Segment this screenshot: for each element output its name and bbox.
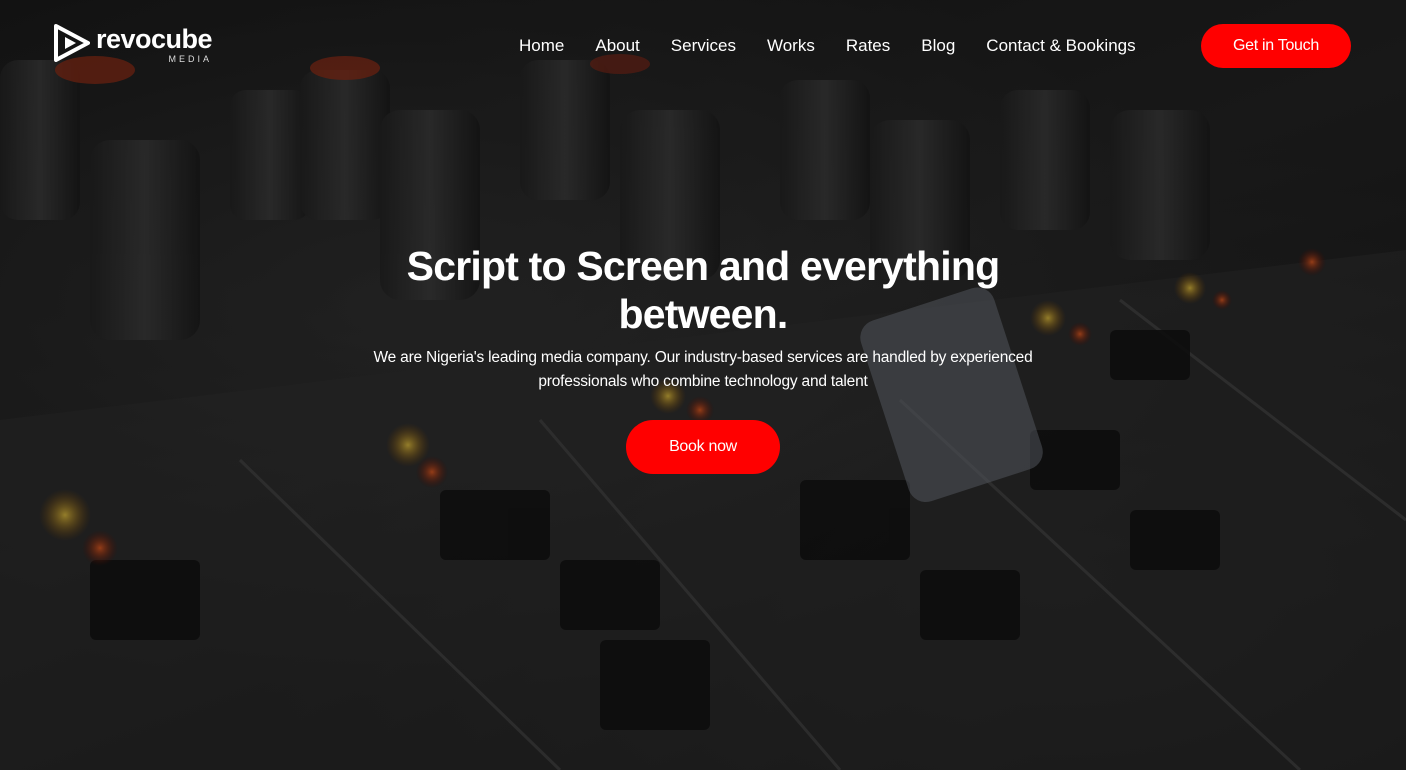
site-header: revocube MEDIA Home About Services Works… — [0, 0, 1406, 92]
book-now-button[interactable]: Book now — [626, 420, 780, 474]
hero-section: revocube MEDIA Home About Services Works… — [0, 0, 1406, 770]
get-in-touch-button[interactable]: Get in Touch — [1201, 24, 1351, 68]
brand-wordmark: revocube MEDIA — [96, 24, 213, 64]
nav-item-blog[interactable]: Blog — [921, 36, 955, 56]
revocube-logo-icon — [54, 24, 90, 62]
main-nav: Home About Services Works Rates Blog Con… — [519, 36, 1136, 56]
hero-headline: Script to Screen and everything between. — [406, 243, 1000, 337]
nav-item-about[interactable]: About — [595, 36, 639, 56]
nav-item-works[interactable]: Works — [767, 36, 815, 56]
nav-item-contact-bookings[interactable]: Contact & Bookings — [986, 36, 1135, 56]
brand-tagline: MEDIA — [168, 54, 213, 64]
nav-item-rates[interactable]: Rates — [846, 36, 890, 56]
nav-item-home[interactable]: Home — [519, 36, 564, 56]
brand-name: revocube — [96, 24, 213, 54]
hero-content: Script to Screen and everything between.… — [353, 242, 1053, 474]
hero-subtext: We are Nigeria's leading media company. … — [373, 349, 1033, 390]
brand-logo[interactable]: revocube MEDIA — [54, 24, 213, 64]
nav-item-services[interactable]: Services — [671, 36, 736, 56]
